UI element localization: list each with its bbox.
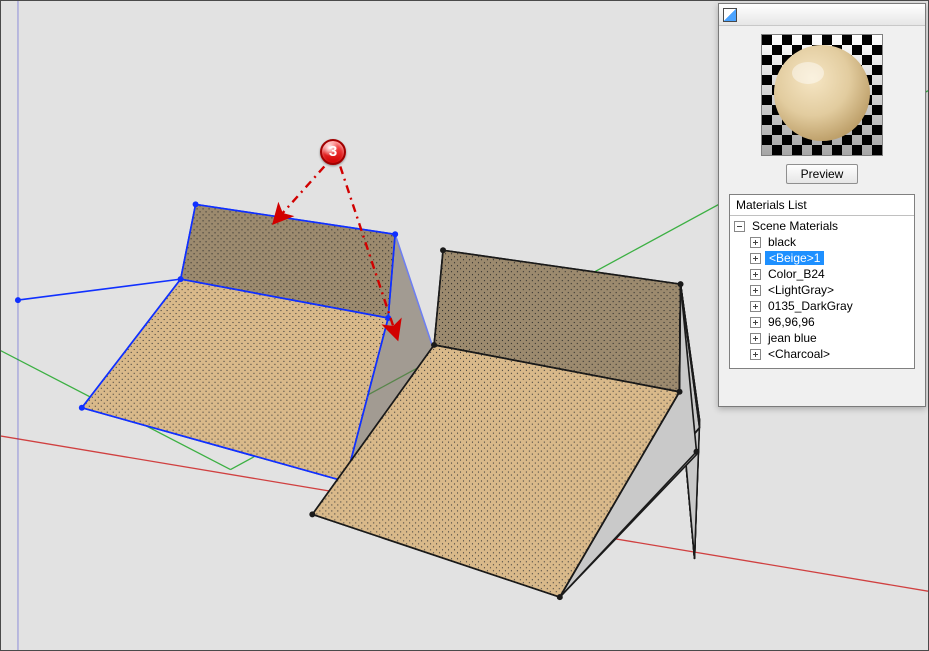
tree-item[interactable]: <LightGray> <box>730 282 914 298</box>
tree-root-label: Scene Materials <box>749 219 841 233</box>
preview-button[interactable]: Preview <box>786 164 859 184</box>
tree-item[interactable]: 0135_DarkGray <box>730 298 914 314</box>
tree-item-label: Color_B24 <box>765 267 828 281</box>
expander-icon[interactable] <box>750 237 761 248</box>
expander-icon[interactable] <box>734 221 745 232</box>
materials-tree[interactable]: Scene Materials black <Beige>1 Color_B24 <L… <box>730 216 914 368</box>
tree-item-label: <Beige>1 <box>765 251 824 265</box>
expander-icon[interactable] <box>750 253 761 264</box>
expander-icon[interactable] <box>750 285 761 296</box>
materials-list-header: Materials List <box>730 195 914 216</box>
tree-item[interactable]: Color_B24 <box>730 266 914 282</box>
tree-item-label: <Charcoal> <box>765 347 833 361</box>
materials-list: Materials List Scene Materials black <Bei… <box>729 194 915 369</box>
tree-item[interactable]: <Charcoal> <box>730 346 914 362</box>
materials-panel: Preview Materials List Scene Materials b… <box>718 3 926 407</box>
material-preview <box>761 34 883 156</box>
expander-icon[interactable] <box>750 349 761 360</box>
tree-root-scene-materials[interactable]: Scene Materials <box>730 218 914 234</box>
panel-icon <box>723 8 737 22</box>
tree-item-label: black <box>765 235 799 249</box>
tree-item[interactable]: black <box>730 234 914 250</box>
expander-icon[interactable] <box>750 317 761 328</box>
tree-item-label: <LightGray> <box>765 283 837 297</box>
expander-icon[interactable] <box>750 333 761 344</box>
tree-item[interactable]: 96,96,96 <box>730 314 914 330</box>
panel-titlebar[interactable] <box>719 4 925 26</box>
tree-item-label: jean blue <box>765 331 820 345</box>
tree-item-label: 0135_DarkGray <box>765 299 856 313</box>
tree-item[interactable]: jean blue <box>730 330 914 346</box>
tree-item[interactable]: <Beige>1 <box>730 250 914 266</box>
tree-item-label: 96,96,96 <box>765 315 818 329</box>
expander-icon[interactable] <box>750 269 761 280</box>
expander-icon[interactable] <box>750 301 761 312</box>
annotation-step-3: 3 <box>320 139 346 165</box>
